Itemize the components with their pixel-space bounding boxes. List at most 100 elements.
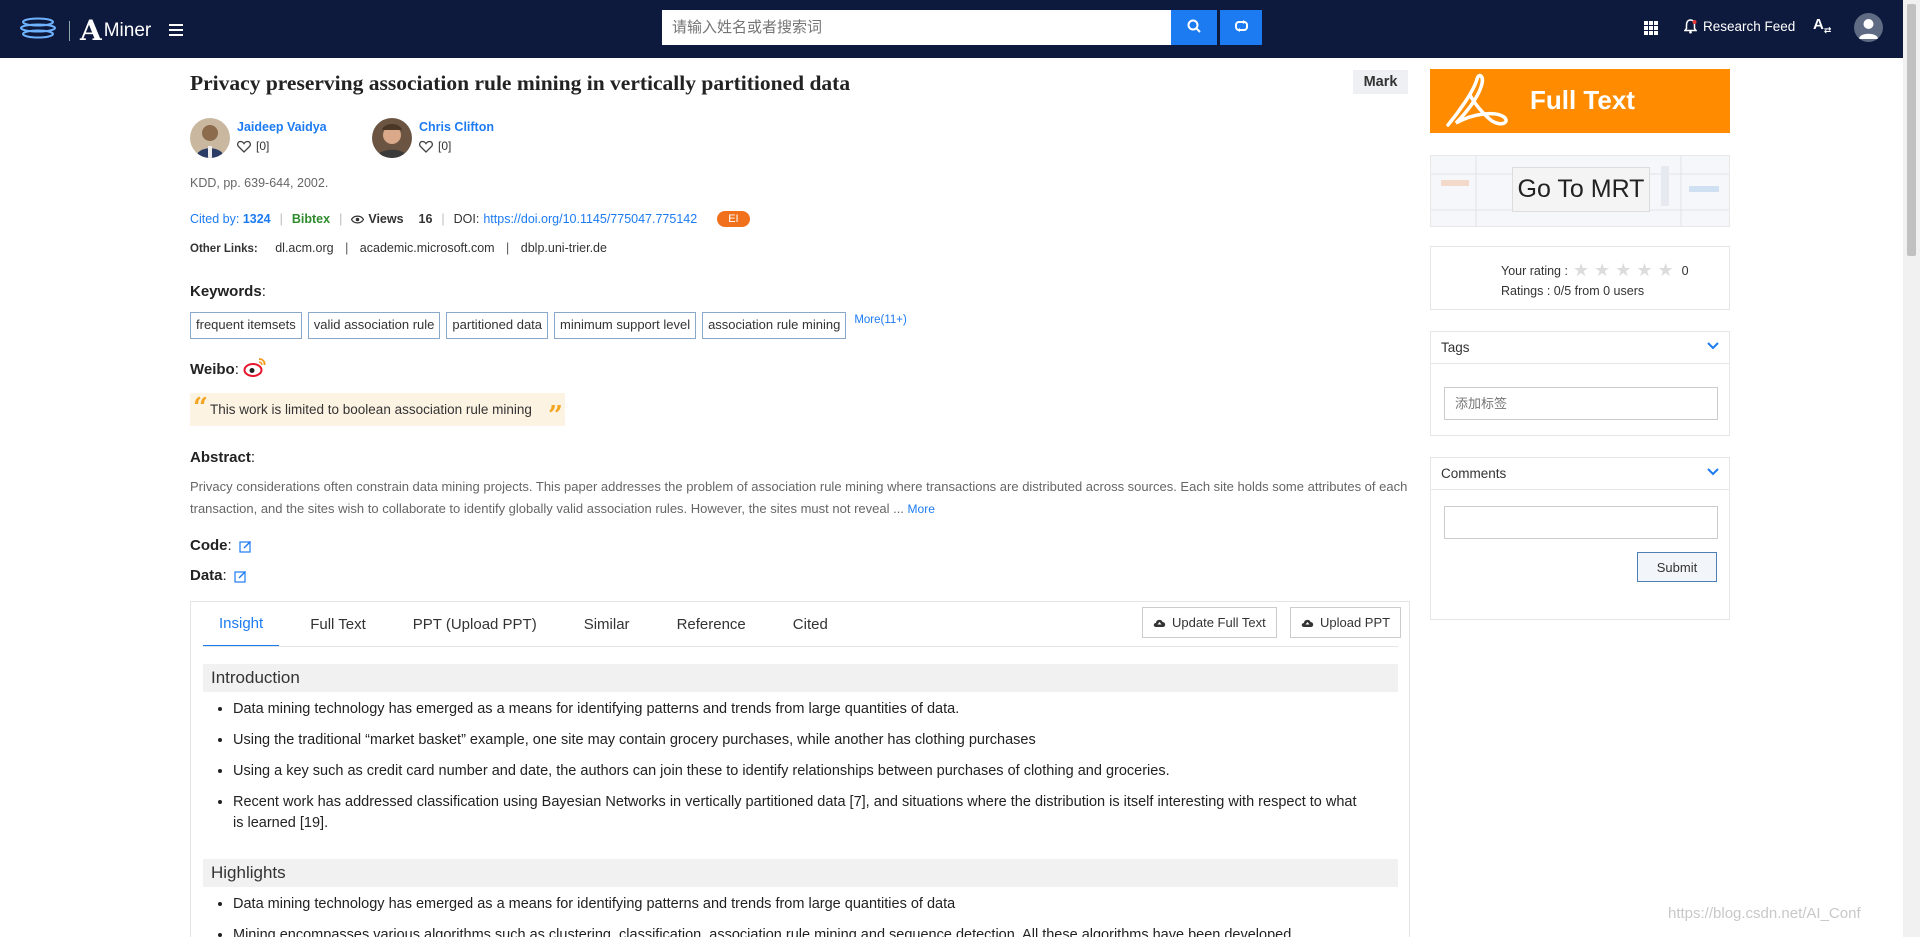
- apps-grid-icon[interactable]: [1644, 21, 1658, 35]
- tab-cited[interactable]: Cited: [777, 602, 844, 647]
- keyword-tag[interactable]: valid association rule: [307, 312, 441, 339]
- pdf-icon: [1446, 73, 1508, 127]
- avatar[interactable]: [190, 118, 230, 158]
- highlights-heading: Highlights: [203, 859, 1398, 887]
- list-item: Mining encompasses various algorithms su…: [233, 925, 1363, 937]
- comments-header[interactable]: Comments: [1431, 458, 1729, 490]
- go-to-mrt-button[interactable]: Go To MRT: [1430, 155, 1730, 227]
- tags-box: Tags: [1430, 331, 1730, 436]
- edit-icon[interactable]: [239, 540, 252, 553]
- other-link[interactable]: dl.acm.org: [275, 241, 333, 255]
- chevron-down-icon[interactable]: [1707, 342, 1719, 350]
- tab-divider: [203, 646, 1398, 647]
- tags-header[interactable]: Tags: [1431, 332, 1729, 364]
- data-heading: Data:: [190, 567, 247, 584]
- research-feed-label: Research Feed: [1703, 19, 1796, 34]
- keywords-heading: Keywords:: [190, 283, 266, 300]
- cited-by-link[interactable]: Cited by: 1324: [190, 212, 271, 226]
- scrollbar-thumb[interactable]: [1907, 4, 1916, 256]
- bibtex-link[interactable]: Bibtex: [292, 212, 330, 226]
- weibo-icon[interactable]: [243, 357, 267, 377]
- keyword-tag[interactable]: partitioned data: [446, 312, 549, 339]
- edit-icon[interactable]: [234, 570, 247, 583]
- list-item: Using a key such as credit card number a…: [233, 761, 1363, 782]
- rating-box: Your rating : ★ ★ ★ ★ ★ 0 Ratings : 0/5 …: [1430, 246, 1730, 310]
- comment-input[interactable]: [1444, 506, 1718, 539]
- switch-icon: [1234, 20, 1248, 32]
- tab-ppt[interactable]: PPT (Upload PPT): [397, 602, 553, 647]
- keyword-tag[interactable]: frequent itemsets: [190, 312, 302, 339]
- author-like[interactable]: [0]: [419, 139, 494, 153]
- tab-reference[interactable]: Reference: [661, 602, 762, 647]
- upload-ppt-button[interactable]: Upload PPT: [1290, 607, 1402, 638]
- author-like[interactable]: [0]: [237, 139, 327, 153]
- aminer-logo: A Miner: [80, 14, 151, 47]
- tab-full-text[interactable]: Full Text: [294, 602, 382, 647]
- author-card[interactable]: Chris Clifton [0]: [372, 118, 494, 158]
- abstract-more-link[interactable]: More: [908, 502, 935, 516]
- abstract-heading: Abstract:: [190, 449, 256, 466]
- mark-button[interactable]: Mark: [1353, 70, 1408, 94]
- search-icon: [1187, 19, 1201, 33]
- cited-count[interactable]: 1324: [243, 212, 271, 226]
- research-feed-link[interactable]: Research Feed: [1684, 19, 1795, 34]
- keywords-more-link[interactable]: More(11+): [854, 314, 907, 326]
- tab-bar: Insight Full Text PPT (Upload PPT) Simil…: [203, 602, 859, 647]
- other-link[interactable]: academic.microsoft.com: [360, 241, 495, 255]
- heart-icon[interactable]: [419, 140, 433, 153]
- chevron-down-icon[interactable]: [1707, 468, 1719, 476]
- heart-icon[interactable]: [237, 140, 251, 153]
- aminer-logo-letter: A: [80, 14, 102, 47]
- keyword-list: frequent itemsets valid association rule…: [190, 312, 907, 339]
- keyword-tag[interactable]: association rule mining: [702, 312, 847, 339]
- submit-button[interactable]: Submit: [1637, 552, 1717, 582]
- user-avatar-icon[interactable]: [1854, 13, 1883, 42]
- weibo-quote-text: This work is limited to boolean associat…: [210, 402, 532, 417]
- tags-input[interactable]: [1444, 387, 1718, 420]
- ratings-summary: Ratings : 0/5 from 0 users: [1501, 284, 1645, 298]
- list-item: Using the traditional “market basket” ex…: [233, 730, 1363, 751]
- full-text-button[interactable]: Full Text: [1430, 69, 1730, 133]
- author-name[interactable]: Jaideep Vaidya: [237, 120, 327, 134]
- avatar[interactable]: [372, 118, 412, 158]
- views-count: Views 16: [351, 212, 432, 226]
- top-navbar: A Miner Research Feed A⇄: [0, 0, 1920, 58]
- star-icon[interactable]: ★: [1636, 260, 1652, 281]
- keyword-tag[interactable]: minimum support level: [554, 312, 697, 339]
- switch-search-button[interactable]: [1220, 10, 1262, 45]
- list-item: Data mining technology has emerged as a …: [233, 699, 1363, 720]
- other-links-label: Other Links:: [190, 243, 258, 255]
- code-heading: Code:: [190, 537, 252, 554]
- logo[interactable]: A Miner: [20, 14, 151, 47]
- page-title: Privacy preserving association rule mini…: [190, 71, 851, 95]
- page-scrollbar[interactable]: [1903, 0, 1920, 937]
- bell-icon: [1684, 19, 1697, 34]
- star-icon[interactable]: ★: [1573, 260, 1589, 281]
- aminer-logo-text: Miner: [103, 19, 152, 41]
- doi-link[interactable]: https://doi.org/10.1145/775047.775142: [483, 212, 697, 226]
- go-to-mrt-label: Go To MRT: [1512, 167, 1650, 212]
- author-card[interactable]: Jaideep Vaidya [0]: [190, 118, 327, 158]
- tags-title: Tags: [1441, 340, 1470, 355]
- other-link[interactable]: dblp.uni-trier.de: [521, 241, 607, 255]
- translate-icon[interactable]: A⇄: [1813, 16, 1831, 36]
- star-icon[interactable]: ★: [1658, 260, 1674, 281]
- search-button[interactable]: [1171, 10, 1217, 45]
- update-full-text-button[interactable]: Update Full Text: [1142, 607, 1277, 638]
- full-text-label: Full Text: [1530, 85, 1635, 115]
- introduction-heading: Introduction: [203, 664, 1398, 692]
- close-quote-icon: ”: [548, 401, 563, 431]
- menu-icon[interactable]: [169, 24, 183, 36]
- tab-similar[interactable]: Similar: [568, 602, 646, 647]
- cloud-upload-icon: [1153, 619, 1166, 627]
- author-like-count: [0]: [438, 139, 452, 153]
- eye-icon: [351, 215, 365, 223]
- author-like-count: [0]: [256, 139, 270, 153]
- logo-divider: [69, 20, 70, 41]
- author-name[interactable]: Chris Clifton: [419, 120, 494, 134]
- star-icon[interactable]: ★: [1594, 260, 1610, 281]
- comments-title: Comments: [1441, 466, 1507, 481]
- star-icon[interactable]: ★: [1615, 260, 1631, 281]
- tab-insight[interactable]: Insight: [203, 602, 280, 647]
- search-input[interactable]: [662, 10, 1171, 45]
